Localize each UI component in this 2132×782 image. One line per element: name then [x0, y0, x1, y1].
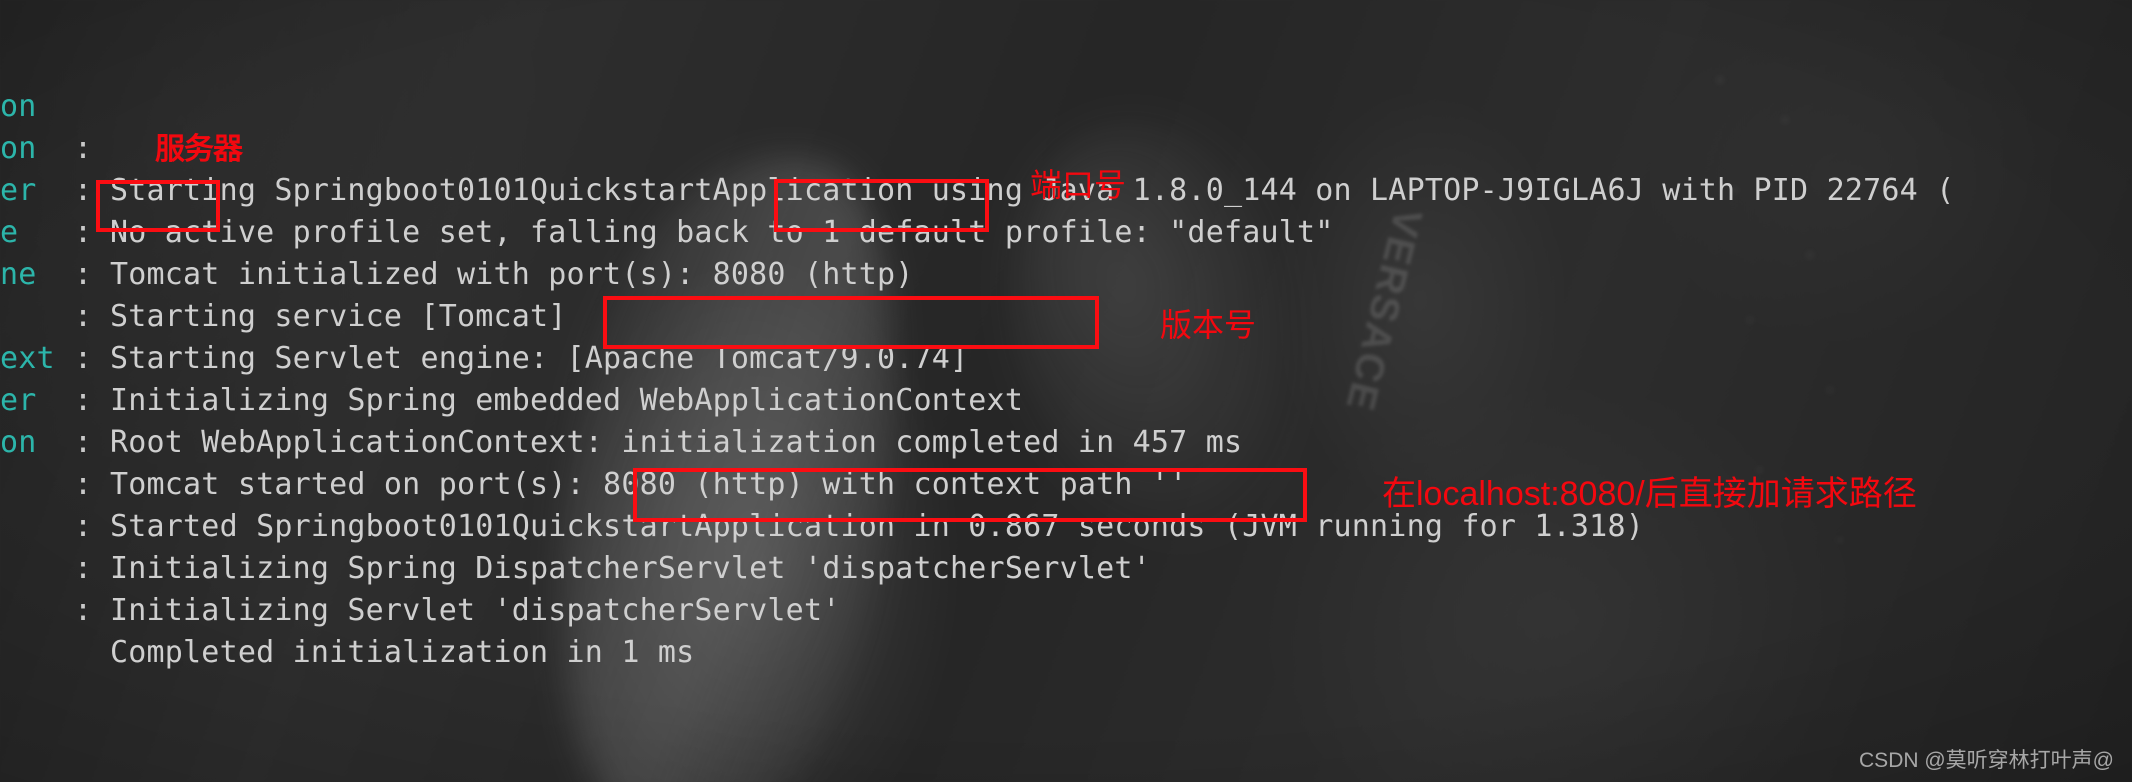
log-message: Initializing Servlet 'dispatcherServlet'	[110, 593, 841, 628]
log-separator: :	[74, 593, 93, 628]
log-line: on : Started Springboot0101QuickstartApp…	[0, 380, 2132, 544]
log-line: er : Tomcat started on port(s): 8080 (ht…	[0, 338, 2132, 502]
annotation-server-label: 服务器	[155, 133, 243, 166]
csdn-watermark: CSDN @莫听穿林打叶声@	[1859, 749, 2114, 772]
log-message: Completed initialization in 1 ms	[110, 635, 695, 670]
log-line: ext : Root WebApplicationContext: initia…	[0, 296, 2132, 460]
console-log-output: on : Starting Springboot0101QuickstartAp…	[0, 0, 2132, 782]
annotation-port-label: 端口号	[1030, 167, 1127, 203]
annotation-request-path-label: 在localhost:8080/后直接加请求路径	[1382, 475, 1917, 513]
log-line: ne : Starting Servlet engine: [Apache To…	[0, 212, 2132, 376]
log-message: Initializing Spring DispatcherServlet 'd…	[110, 551, 1151, 586]
log-line: on : No active profile set, falling back…	[0, 86, 2132, 250]
log-line: : Initializing Spring DispatcherServlet …	[0, 422, 2132, 586]
console-screenshot: VERSACE on : Starting Springboot0101Quic…	[0, 0, 2132, 782]
log-line: on : Starting Springboot0101QuickstartAp…	[0, 44, 2132, 208]
log-line: : Initializing Spring embedded WebApplic…	[0, 254, 2132, 418]
annotation-version-label: 版本号	[1160, 307, 1257, 343]
